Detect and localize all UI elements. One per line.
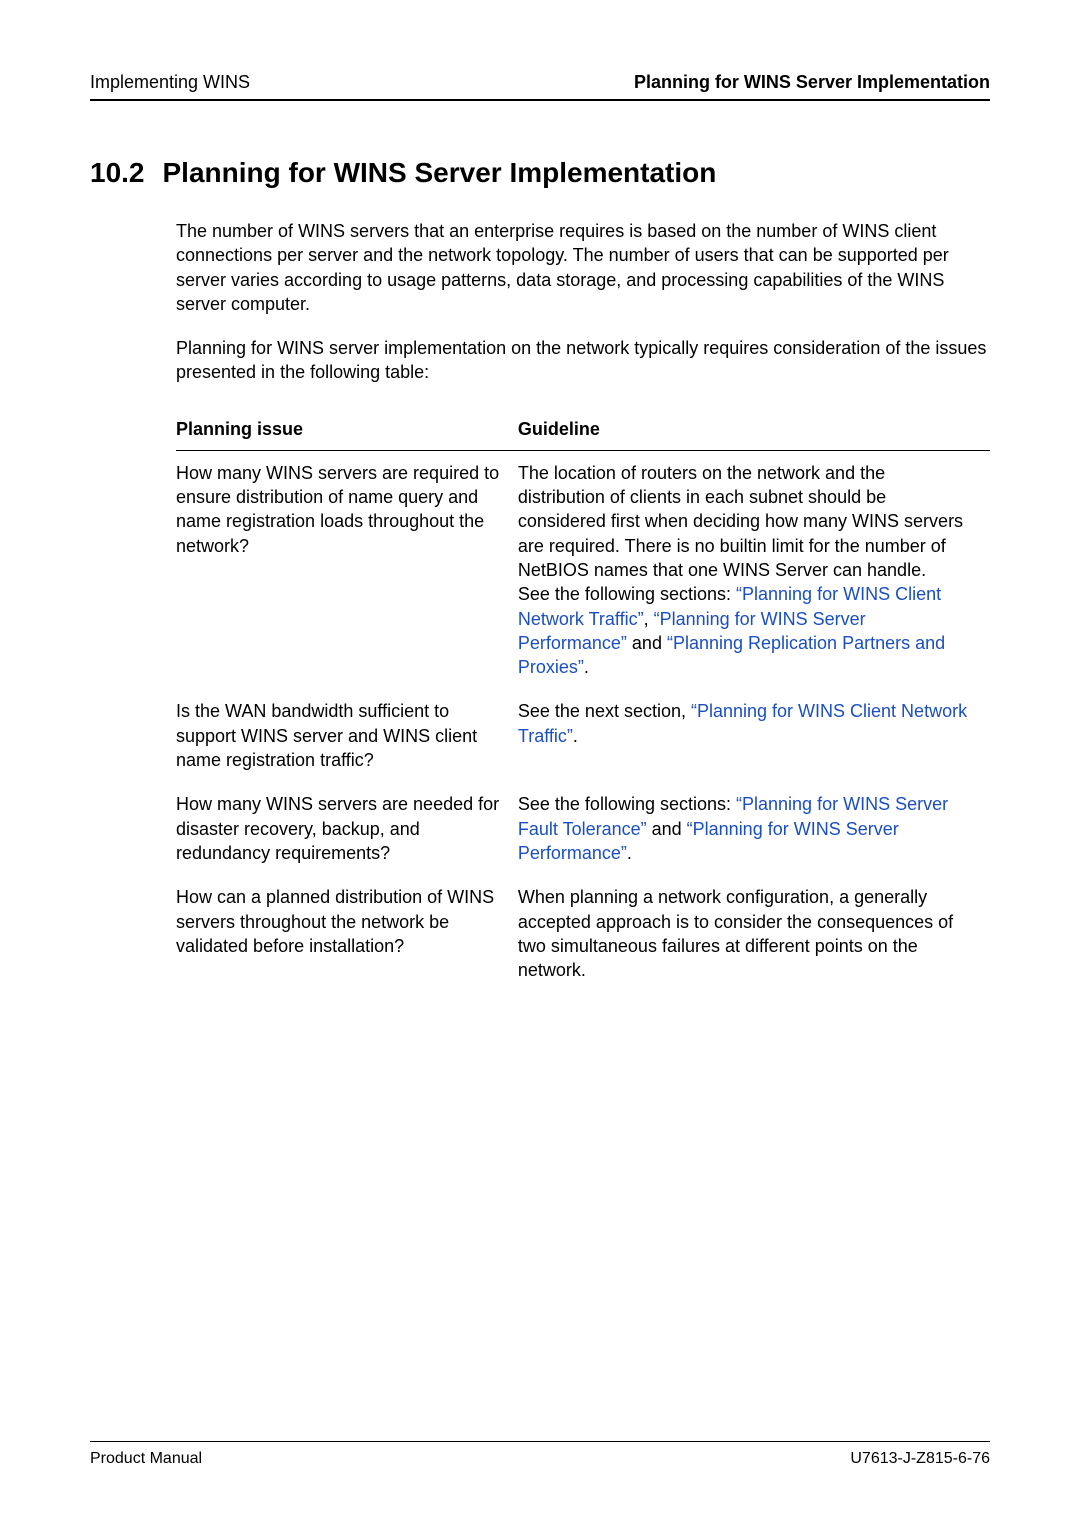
table-row: How can a planned distribution of WINS s… — [176, 875, 990, 992]
running-header-left: Implementing WINS — [90, 72, 250, 93]
section-heading: 10.2 Planning for WINS Server Implementa… — [90, 157, 990, 189]
issue-cell: Is the WAN bandwidth sufficient to suppo… — [176, 689, 518, 782]
issue-cell: How many WINS servers are required to en… — [176, 450, 518, 689]
guideline-text: See the next section, — [518, 701, 691, 721]
guideline-text: . — [584, 657, 589, 677]
guideline-text: See the following sections: — [518, 584, 736, 604]
col-header-issue: Planning issue — [176, 409, 518, 451]
running-header-right: Planning for WINS Server Implementation — [634, 72, 990, 93]
table-row: How many WINS servers are required to en… — [176, 450, 990, 689]
section-title: Planning for WINS Server Implementation — [163, 157, 717, 189]
guideline-text: . — [573, 726, 578, 746]
guideline-cell: See the next section, “Planning for WINS… — [518, 689, 990, 782]
page-footer: Product Manual U7613-J-Z815-6-76 — [90, 1441, 990, 1468]
guideline-cell: See the following sections: “Planning fo… — [518, 782, 990, 875]
table-row: Is the WAN bandwidth sufficient to suppo… — [176, 689, 990, 782]
guideline-text: . — [627, 843, 632, 863]
intro-paragraph-2: Planning for WINS server implementation … — [176, 336, 990, 385]
footer-right: U7613-J-Z815-6-76 — [850, 1450, 990, 1468]
guideline-text: The location of routers on the network a… — [518, 463, 963, 580]
guideline-text: , — [644, 609, 654, 629]
guideline-cell: The location of routers on the network a… — [518, 450, 990, 689]
guideline-cell: When planning a network configuration, a… — [518, 875, 990, 992]
planning-table: Planning issue Guideline How many WINS s… — [176, 409, 990, 993]
guideline-text: and — [647, 819, 687, 839]
running-header: Implementing WINS Planning for WINS Serv… — [90, 72, 990, 101]
guideline-text: and — [627, 633, 667, 653]
col-header-guideline: Guideline — [518, 409, 990, 451]
issue-cell: How many WINS servers are needed for dis… — [176, 782, 518, 875]
footer-left: Product Manual — [90, 1450, 202, 1468]
guideline-text: See the following sections: — [518, 794, 736, 814]
section-number: 10.2 — [90, 157, 145, 189]
intro-paragraph-1: The number of WINS servers that an enter… — [176, 219, 990, 316]
table-row: How many WINS servers are needed for dis… — [176, 782, 990, 875]
issue-cell: How can a planned distribution of WINS s… — [176, 875, 518, 992]
